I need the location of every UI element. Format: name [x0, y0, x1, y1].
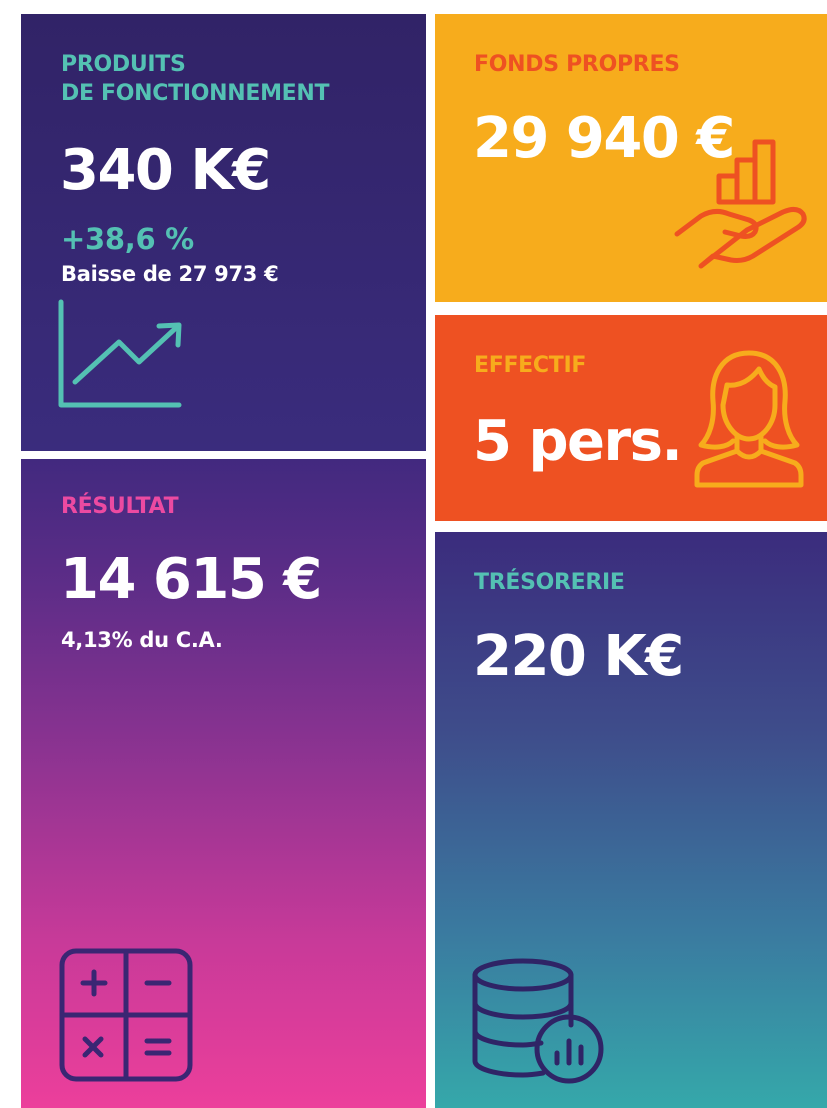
effectif-label: EFFECTIF [474, 353, 587, 378]
produits-card: PRODUITS DE FONCTIONNEMENT 340 K€ +38,6 … [21, 14, 426, 451]
database-chart-icon [472, 958, 604, 1084]
resultat-card: RÉSULTAT 14 615 € 4,13% du C.A. [21, 459, 426, 1108]
tresorerie-card: TRÉSORERIE 220 K€ [435, 532, 827, 1108]
produits-label: PRODUITS DE FONCTIONNEMENT [61, 50, 330, 108]
resultat-note: 4,13% du C.A. [61, 628, 223, 652]
effectif-card: EFFECTIF 5 pers. [435, 315, 827, 521]
line-chart-icon [58, 299, 182, 408]
produits-label-line1: PRODUITS [61, 52, 186, 77]
effectif-value: 5 pers. [473, 409, 683, 474]
tresorerie-label: TRÉSORERIE [474, 570, 625, 595]
produits-label-line2: DE FONCTIONNEMENT [61, 81, 330, 106]
fonds-card: FONDS PROPRES 29 940 € [435, 14, 827, 302]
fonds-label: FONDS PROPRES [474, 52, 680, 77]
produits-change-note: Baisse de 27 973 € [61, 262, 279, 286]
resultat-value: 14 615 € [60, 547, 322, 612]
calculator-icon [59, 948, 193, 1082]
produits-change: +38,6 % [61, 222, 194, 256]
resultat-label: RÉSULTAT [61, 494, 179, 519]
woman-avatar-icon [694, 350, 804, 488]
produits-value: 340 K€ [60, 138, 271, 203]
hand-growth-icon [674, 139, 807, 269]
tresorerie-value: 220 K€ [473, 624, 684, 689]
